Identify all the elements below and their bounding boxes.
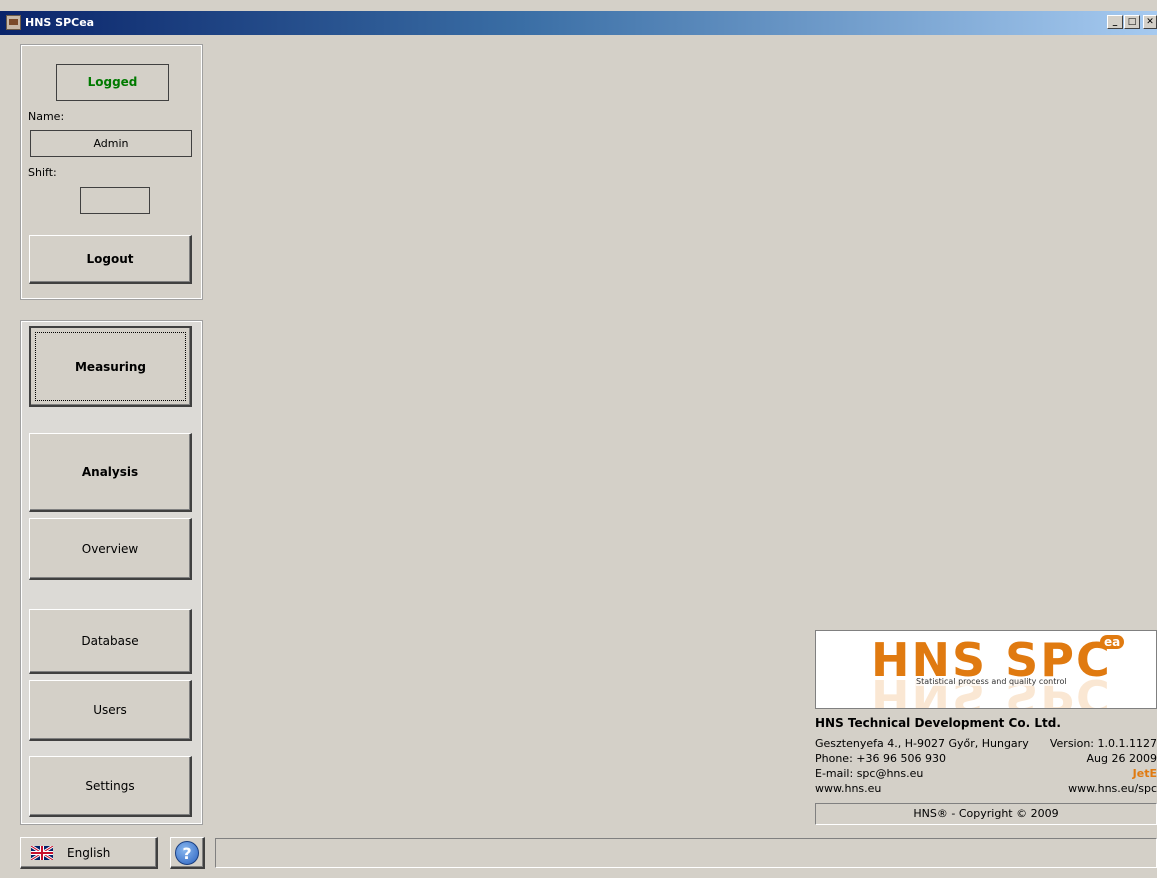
help-button[interactable]: ?	[170, 837, 205, 869]
overview-button[interactable]: Overview	[29, 518, 192, 580]
company-website: www.hns.eu	[815, 782, 882, 795]
version-date: Aug 26 2009	[1086, 752, 1157, 765]
edition-text: JetE	[1132, 767, 1157, 780]
measuring-button[interactable]: Measuring	[29, 326, 192, 407]
login-status-badge: Logged	[56, 64, 169, 101]
company-phone: Phone: +36 96 506 930	[815, 752, 946, 765]
shift-field	[80, 187, 150, 214]
copyright-field: HNS® - Copyright © 2009	[815, 803, 1157, 825]
title-bar: HNS SPCea _ □ ✕	[0, 11, 1157, 35]
settings-label: Settings	[85, 779, 135, 793]
logout-button[interactable]: Logout	[29, 235, 192, 284]
hns-spc-logo: HNS SPC HNS SPC ea Statistical process a…	[815, 630, 1157, 709]
focus-ring	[35, 332, 186, 401]
company-email: E-mail: spc@hns.eu	[815, 767, 924, 780]
window-title: HNS SPCea	[25, 16, 95, 29]
analysis-label: Analysis	[81, 465, 139, 479]
app-icon	[6, 15, 21, 30]
logo-tagline: Statistical process and quality control	[916, 677, 1067, 686]
company-address: Gesztenyefa 4., H-9027 Győr, Hungary	[815, 737, 1029, 750]
users-button[interactable]: Users	[29, 680, 192, 741]
shift-label: Shift:	[28, 166, 57, 179]
help-icon: ?	[175, 840, 199, 865]
close-button[interactable]: ✕	[1143, 15, 1157, 29]
analysis-button[interactable]: Analysis	[29, 433, 192, 512]
user-name-field: Admin	[30, 130, 192, 157]
version-text: Version: 1.0.1.1127	[1049, 737, 1157, 750]
users-label: Users	[93, 703, 127, 717]
logo-superscript: ea	[1100, 635, 1125, 649]
company-name: HNS Technical Development Co. Ltd.	[815, 716, 1061, 730]
name-label: Name:	[28, 110, 65, 123]
uk-flag-icon	[31, 845, 53, 860]
maximize-button[interactable]: □	[1124, 15, 1140, 29]
help-icon-glyph: ?	[182, 843, 192, 863]
minimize-button[interactable]: _	[1107, 15, 1123, 29]
database-button[interactable]: Database	[29, 609, 192, 674]
database-label: Database	[81, 634, 139, 648]
language-label: English	[67, 845, 111, 860]
settings-button[interactable]: Settings	[29, 756, 192, 817]
spc-website: www.hns.eu/spc	[1068, 782, 1157, 795]
status-bar	[215, 838, 1157, 868]
logout-label: Logout	[86, 252, 134, 266]
overview-label: Overview	[81, 541, 139, 556]
language-button[interactable]: English	[20, 837, 158, 869]
